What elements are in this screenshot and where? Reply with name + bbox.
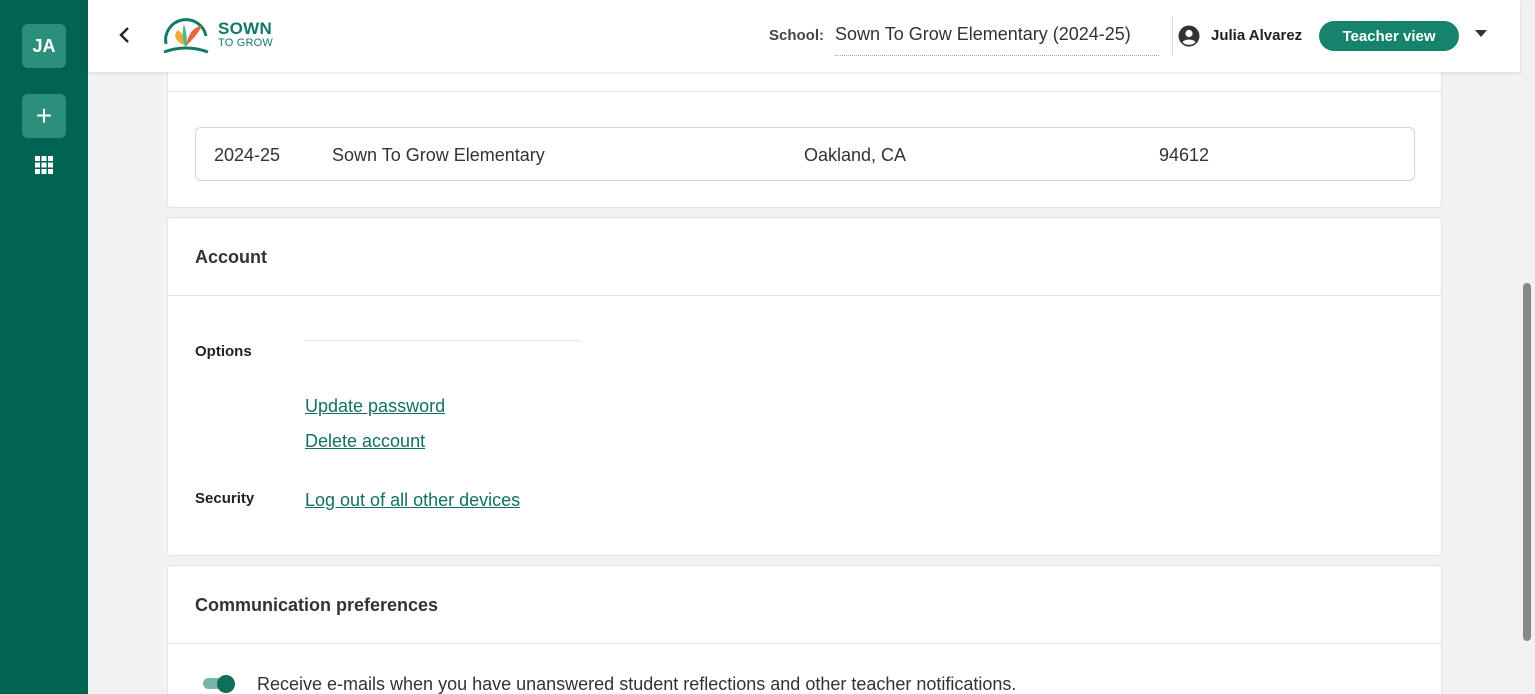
account-card: Account Options Update password Delete a… bbox=[167, 217, 1442, 556]
left-rail: JA + bbox=[0, 0, 88, 694]
teacher-view-button[interactable]: Teacher view bbox=[1319, 21, 1459, 51]
school-card: 2024-25 Sown To Grow Elementary Oakland,… bbox=[167, 60, 1442, 208]
user-name[interactable]: Julia Alvarez bbox=[1211, 27, 1302, 44]
email-pref-label: Receive e-mails when you have unanswered… bbox=[257, 674, 1017, 694]
school-year: 2024-25 bbox=[214, 145, 281, 165]
logo-text: SOWN TO GROW bbox=[218, 19, 273, 49]
card-divider bbox=[168, 643, 1441, 644]
options-label: Options bbox=[195, 343, 252, 360]
toggle-knob bbox=[217, 675, 235, 693]
back-chevron-icon[interactable] bbox=[114, 24, 136, 46]
school-location: Oakland, CA bbox=[804, 145, 907, 165]
account-title: Account bbox=[195, 247, 267, 267]
school-label: School: bbox=[769, 27, 824, 44]
school-zip: 94612 bbox=[1159, 145, 1210, 165]
scrollbar-thumb[interactable] bbox=[1523, 283, 1531, 641]
school-name: Sown To Grow Elementary bbox=[332, 145, 545, 165]
security-label: Security bbox=[195, 490, 255, 507]
apps-grid-icon[interactable] bbox=[33, 154, 55, 176]
chevron-down-icon[interactable] bbox=[1475, 30, 1487, 37]
update-password-link[interactable]: Update password bbox=[305, 396, 445, 417]
email-pref-toggle[interactable] bbox=[203, 675, 235, 693]
logo-line1: SOWN bbox=[218, 19, 273, 38]
card-divider bbox=[168, 295, 1441, 296]
school-row: 2024-25 Sown To Grow Elementary Oakland,… bbox=[195, 127, 1415, 181]
communication-title: Communication preferences bbox=[195, 595, 439, 615]
card-divider bbox=[168, 91, 1441, 92]
delete-account-link[interactable]: Delete account bbox=[305, 431, 425, 452]
sown-to-grow-logo-icon bbox=[163, 18, 209, 54]
add-button[interactable]: + bbox=[22, 94, 66, 138]
options-field[interactable] bbox=[305, 340, 580, 342]
school-select[interactable]: Sown To Grow Elementary (2024-25) bbox=[835, 24, 1159, 56]
communication-card: Communication preferences Receive e-mail… bbox=[167, 565, 1442, 694]
logout-all-devices-link[interactable]: Log out of all other devices bbox=[305, 490, 520, 511]
header-divider bbox=[1172, 16, 1173, 56]
logo-line2: TO GROW bbox=[218, 37, 273, 49]
user-account-icon bbox=[1178, 25, 1200, 47]
top-header: SOWN TO GROW School: Sown To Grow Elemen… bbox=[88, 0, 1520, 72]
avatar[interactable]: JA bbox=[22, 24, 66, 68]
